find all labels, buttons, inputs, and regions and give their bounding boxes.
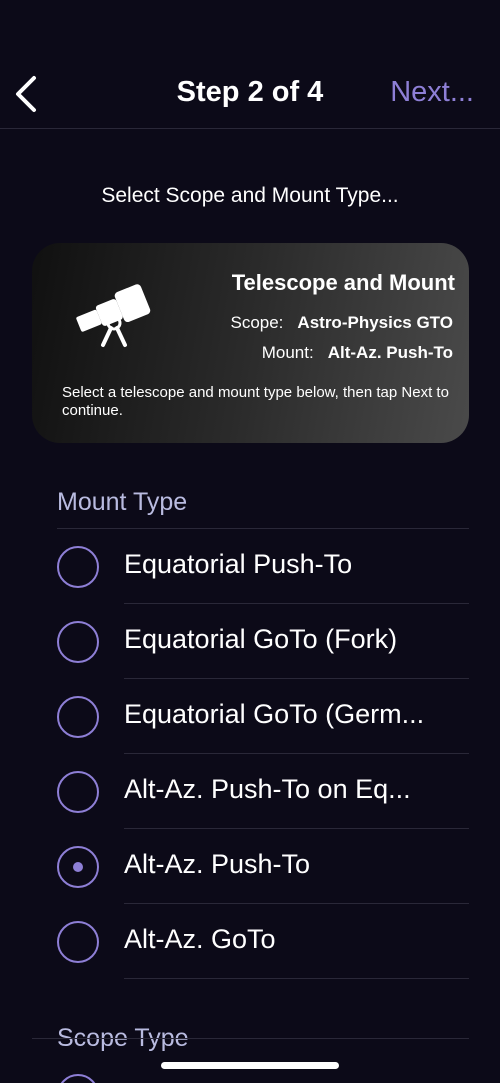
mount-option[interactable]: Alt-Az. Push-To on Eq...: [0, 754, 500, 829]
radio-button[interactable]: [57, 546, 99, 588]
scope-row: Scope: Astro-Physics GTO: [230, 313, 453, 333]
radio-button[interactable]: [57, 846, 99, 888]
radio-button[interactable]: [57, 921, 99, 963]
screen: Step 2 of 4 Next... Select Scope and Mou…: [0, 0, 500, 1083]
radio-button[interactable]: [57, 1074, 99, 1083]
mount-option-label: Equatorial GoTo (Fork): [124, 624, 398, 654]
row-divider: [124, 978, 469, 979]
mount-option-label: Equatorial GoTo (Germ...: [124, 699, 425, 729]
radio-button[interactable]: [57, 771, 99, 813]
back-button[interactable]: [6, 70, 46, 118]
card-note: Select a telescope and mount type below,…: [62, 384, 449, 419]
mount-option[interactable]: Equatorial Push-To: [0, 529, 500, 604]
telescope-icon: [76, 284, 151, 347]
mount-option-label: Alt-Az. GoTo: [124, 924, 276, 954]
mount-option-label: Equatorial Push-To: [124, 549, 353, 579]
mount-option[interactable]: Alt-Az. Push-To: [0, 829, 500, 904]
mount-row: Mount: Alt-Az. Push-To: [262, 343, 453, 363]
mount-option-label: Alt-Az. Push-To: [124, 849, 311, 879]
mount-label: Mount:: [261, 343, 314, 362]
section-divider: [32, 1038, 469, 1039]
mount-option[interactable]: Equatorial GoTo (Fork): [0, 604, 500, 679]
nav-divider: [0, 128, 500, 129]
mount-option[interactable]: Equatorial GoTo (Germ...: [0, 679, 500, 754]
mount-option-label: Alt-Az. Push-To on Eq...: [124, 774, 411, 804]
instruction-text: Select Scope and Mount Type...: [101, 184, 399, 207]
scope-value: Astro-Physics GTO: [297, 313, 453, 332]
scope-label: Scope:: [230, 313, 284, 332]
radio-button[interactable]: [57, 696, 99, 738]
nav-bar: Step 2 of 4 Next...: [0, 50, 500, 130]
next-button[interactable]: Next...: [390, 76, 474, 109]
card-title: Telescope and Mount: [231, 270, 455, 295]
radio-button[interactable]: [57, 621, 99, 663]
home-indicator: [161, 1062, 339, 1069]
summary-card: Telescope and Mount Scope: Astro-Physics …: [32, 243, 469, 443]
mount-value: Alt-Az. Push-To: [327, 343, 453, 362]
mount-type-header: Mount Type: [57, 488, 188, 516]
radio-selected-dot: [73, 862, 83, 872]
mount-option[interactable]: Alt-Az. GoTo: [0, 904, 500, 979]
chevron-left-icon: [16, 76, 36, 112]
